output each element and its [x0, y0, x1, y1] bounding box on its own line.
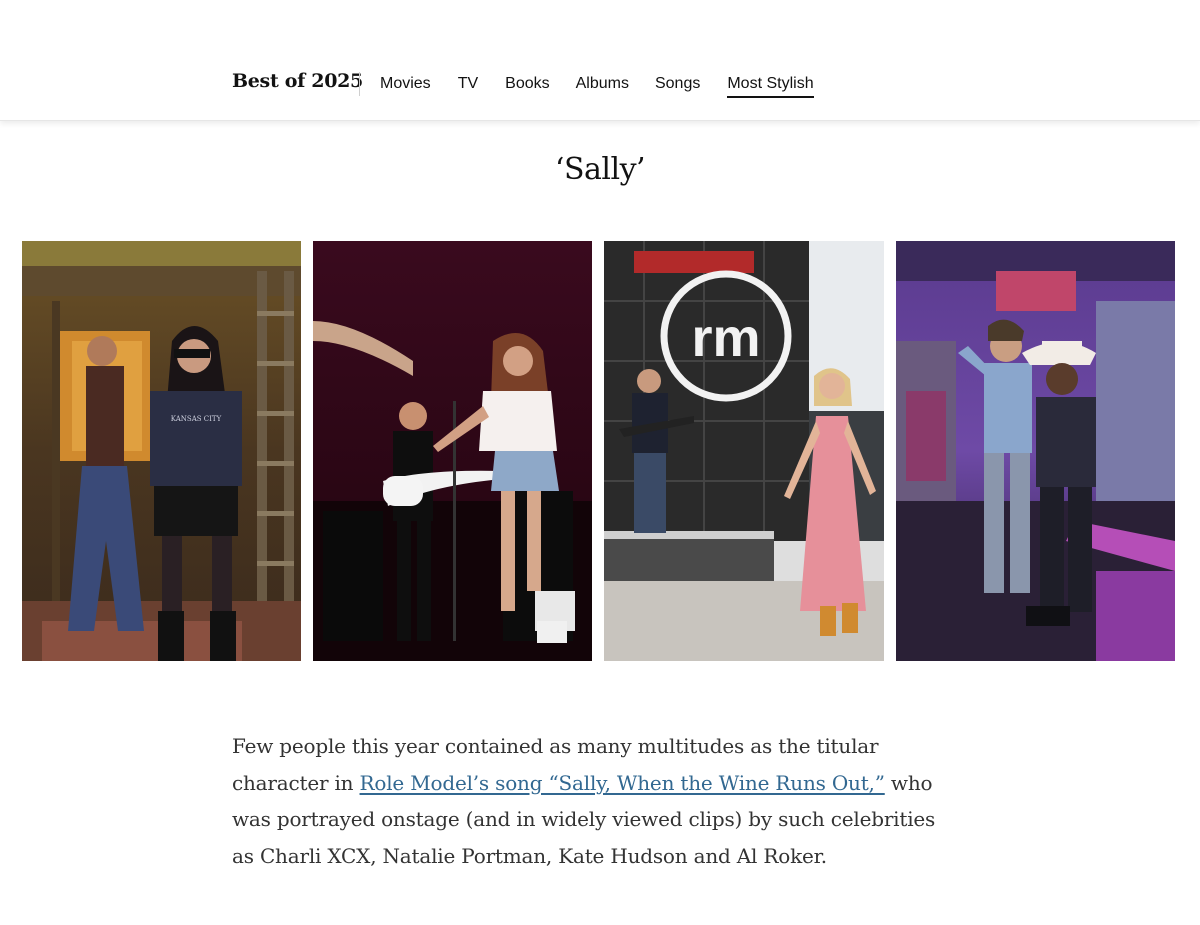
nav-link-movies[interactable]: Movies	[380, 75, 431, 98]
nav-divider	[359, 72, 360, 96]
photo-natalie-portman	[313, 241, 592, 661]
rm-logo-text: rm	[691, 308, 760, 368]
section-brand[interactable]: Best of 2025	[232, 70, 363, 92]
nav-links: Movies TV Books Albums Songs Most Stylis…	[380, 75, 814, 98]
nav-link-tv[interactable]: TV	[458, 75, 478, 98]
shirt-text: KANSAS CITY	[171, 415, 222, 423]
nav-link-books[interactable]: Books	[505, 75, 549, 98]
nav-link-albums[interactable]: Albums	[576, 75, 629, 98]
top-navigation: Best of 2025 Movies TV Books Albums Song…	[0, 0, 1200, 121]
article-paragraph: Few people this year contained as many m…	[232, 728, 952, 874]
photo-kate-hudson: rm	[604, 241, 884, 661]
nav-link-songs[interactable]: Songs	[655, 75, 700, 98]
photo-charli-xcx: KANSAS CITY	[22, 241, 301, 661]
song-link[interactable]: Role Model’s song “Sally, When the Wine …	[360, 771, 885, 795]
nav-link-most-stylish[interactable]: Most Stylish	[727, 75, 814, 98]
photo-al-roker	[896, 241, 1175, 661]
section-title: ‘Sally’	[554, 152, 646, 187]
